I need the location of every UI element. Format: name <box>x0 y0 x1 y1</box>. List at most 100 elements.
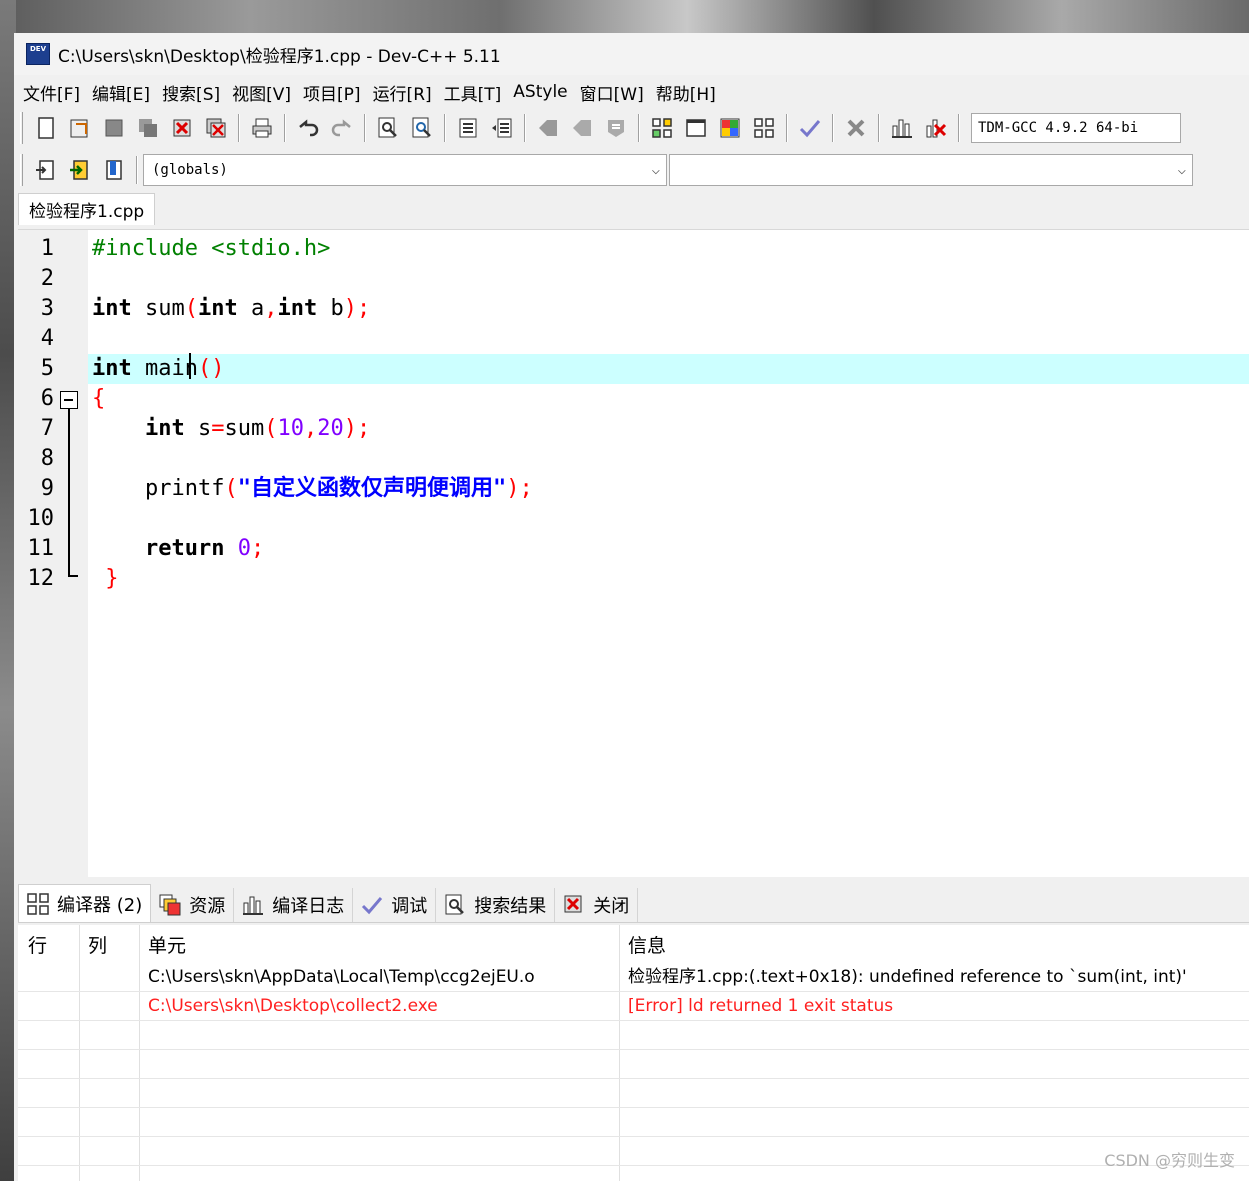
editor-tabstrip: 检验程序1.cpp <box>14 193 1249 225</box>
chevron-down-icon[interactable]: ⌵ <box>1178 162 1186 178</box>
toolbar-grip[interactable] <box>20 112 23 144</box>
main-toolbar: TDM-GCC 4.9.2 64-bi <box>18 109 1249 147</box>
window-icon[interactable] <box>682 114 710 142</box>
menu-help[interactable]: 帮助[H] <box>655 80 727 105</box>
bookmark-goto-icon[interactable] <box>568 114 596 142</box>
scope-combo-value: (globals) <box>152 162 228 178</box>
line-number: 8 <box>40 446 54 471</box>
resources-icon <box>157 893 183 917</box>
column-header-col[interactable]: 列 <box>88 925 107 963</box>
find-icon[interactable] <box>374 114 402 142</box>
syntax-check-icon[interactable] <box>796 114 824 142</box>
column-header-unit[interactable]: 单元 <box>148 925 186 963</box>
open-file-icon[interactable] <box>66 114 94 142</box>
code-line[interactable]: 8 <box>18 444 1249 474</box>
menu-astyle[interactable]: AStyle <box>512 82 578 102</box>
toolbar-separator <box>238 114 240 142</box>
tab-search-results[interactable]: 搜索结果 <box>436 888 556 922</box>
table-row[interactable]: C:\Users\skn\Desktop\collect2.exe [Error… <box>18 992 1249 1021</box>
table-row[interactable]: C:\Users\skn\AppData\Local\Temp\ccg2ejEU… <box>18 963 1249 992</box>
delete-profile-icon[interactable] <box>922 114 950 142</box>
code-editor[interactable]: 1 #include <stdio.h> 2 3 int sum(int a,i… <box>18 229 1249 877</box>
code-line[interactable]: 9 printf("自定义函数仅声明便调用"); <box>18 474 1249 504</box>
code-line[interactable]: 7 int s=sum(10,20); <box>18 414 1249 444</box>
compiler-grid-icon <box>25 892 51 916</box>
watermark: CSDN @穷则生变 <box>1104 1151 1235 1170</box>
menu-search[interactable]: 搜索[S] <box>161 80 231 105</box>
toolbar-separator <box>524 114 526 142</box>
window-title: C:\Users\skn\Desktop\检验程序1.cpp - Dev-C++… <box>58 46 501 67</box>
goto-icon[interactable] <box>66 156 94 184</box>
toolbar-separator <box>958 114 960 142</box>
color-grid-icon[interactable] <box>716 114 744 142</box>
tab-debug[interactable]: 调试 <box>353 888 437 922</box>
code-line[interactable]: 5 int main() <box>18 354 1249 384</box>
tab-compile-log-label: 编译日志 <box>272 896 345 917</box>
code-text: return 0; <box>144 536 265 561</box>
code-text: printf("自定义函数仅声明便调用"); <box>92 476 533 501</box>
insert-icon[interactable] <box>32 156 60 184</box>
menu-edit[interactable]: 编辑[E] <box>91 80 161 105</box>
line-number: 10 <box>27 506 55 531</box>
bookmark-toggle-icon[interactable] <box>534 114 562 142</box>
tab-close[interactable]: 关闭 <box>555 888 639 922</box>
unindent-icon[interactable] <box>488 114 516 142</box>
table-row-empty <box>18 1021 1249 1050</box>
code-text: { <box>92 386 106 411</box>
code-line[interactable]: 6 { <box>18 384 1249 414</box>
fold-collapse-icon[interactable] <box>60 391 78 409</box>
toggle-bookmark-icon[interactable] <box>100 156 128 184</box>
menu-file[interactable]: 文件[F] <box>22 80 91 105</box>
line-number: 1 <box>40 236 54 261</box>
new-file-icon[interactable] <box>32 114 60 142</box>
tab-compile-log[interactable]: 编译日志 <box>234 888 354 922</box>
indent-icon[interactable] <box>454 114 482 142</box>
file-tab[interactable]: 检验程序1.cpp <box>18 193 156 225</box>
toolbar-separator <box>832 114 834 142</box>
save-icon[interactable] <box>100 114 128 142</box>
menu-run[interactable]: 运行[R] <box>372 80 443 105</box>
toolbar-grip[interactable] <box>20 154 23 186</box>
stop-execution-icon[interactable] <box>842 114 870 142</box>
line-number: 3 <box>40 296 54 321</box>
print-icon[interactable] <box>248 114 276 142</box>
column-header-line[interactable]: 行 <box>28 925 47 963</box>
menu-project[interactable]: 项目[P] <box>302 80 372 105</box>
row-info: 检验程序1.cpp:(.text+0x18): undefined refere… <box>628 967 1187 987</box>
redo-icon[interactable] <box>328 114 356 142</box>
comment-icon[interactable] <box>602 114 630 142</box>
profile-chart-icon[interactable] <box>888 114 916 142</box>
code-line[interactable]: 12 } <box>18 564 1249 594</box>
check-icon <box>359 893 385 917</box>
row-unit: C:\Users\skn\AppData\Local\Temp\ccg2ejEU… <box>148 967 535 987</box>
close-all-icon[interactable] <box>202 114 230 142</box>
undo-icon[interactable] <box>294 114 322 142</box>
menu-view[interactable]: 视图[V] <box>231 80 302 105</box>
tab-resources[interactable]: 资源 <box>151 888 235 922</box>
code-line[interactable]: 2 <box>18 264 1249 294</box>
toolbar-separator <box>444 114 446 142</box>
menu-tools[interactable]: 工具[T] <box>443 80 513 105</box>
layout-grid-icon[interactable] <box>750 114 778 142</box>
code-line[interactable]: 3 int sum(int a,int b); <box>18 294 1249 324</box>
chevron-down-icon[interactable]: ⌵ <box>652 162 660 178</box>
scope-combo[interactable]: (globals) ⌵ <box>143 154 667 186</box>
code-text: #include <stdio.h> <box>92 236 331 261</box>
title-bar[interactable]: DEV C:\Users\skn\Desktop\检验程序1.cpp - Dev… <box>14 33 1249 75</box>
new-project-icon[interactable] <box>648 114 676 142</box>
member-combo[interactable]: ⌵ <box>669 154 1193 186</box>
replace-icon[interactable] <box>408 114 436 142</box>
menu-window[interactable]: 窗口[W] <box>579 80 655 105</box>
code-line[interactable]: 1 #include <stdio.h> <box>18 234 1249 264</box>
code-line[interactable]: 4 <box>18 324 1249 354</box>
column-header-info[interactable]: 信息 <box>628 925 666 963</box>
close-file-icon[interactable] <box>168 114 196 142</box>
save-all-icon[interactable] <box>134 114 162 142</box>
compiler-messages-table[interactable]: 行 列 单元 信息 C:\Users\skn\AppData\Local\Tem… <box>18 925 1249 1181</box>
line-number: 7 <box>40 416 54 441</box>
tab-compiler[interactable]: 编译器 (2) <box>18 884 152 922</box>
compiler-select[interactable]: TDM-GCC 4.9.2 64-bi <box>971 113 1181 143</box>
line-number: 6 <box>40 386 54 411</box>
code-line[interactable]: 10 <box>18 504 1249 534</box>
code-line[interactable]: 11 return 0; <box>18 534 1249 564</box>
